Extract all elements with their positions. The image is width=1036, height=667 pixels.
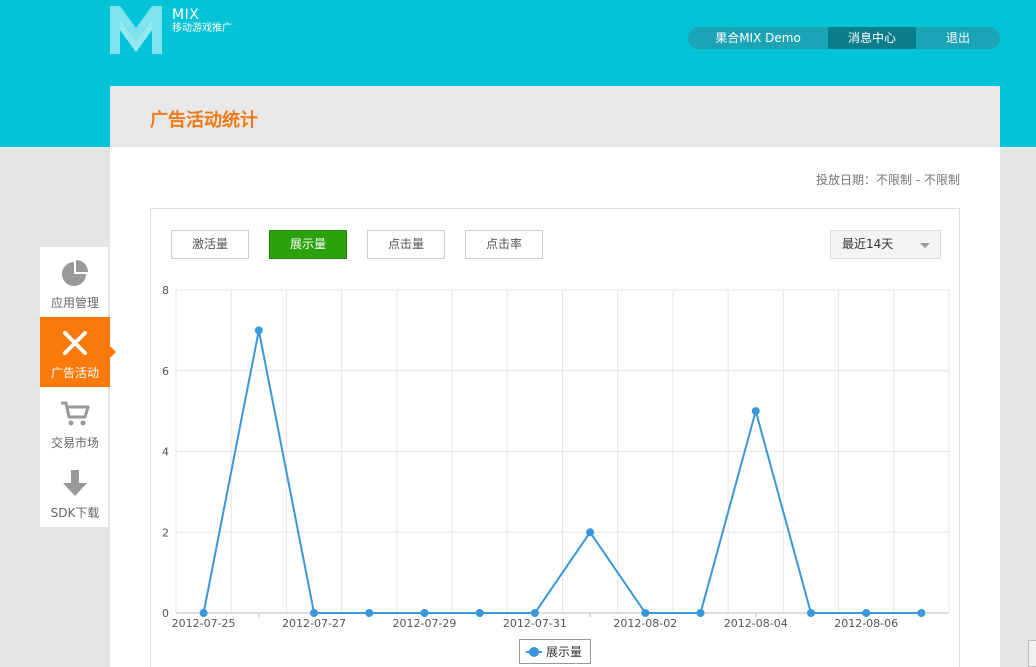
scroll-corner-widget xyxy=(1028,640,1036,667)
user-nav: 果合MIX Demo 消息中心 退出 xyxy=(688,27,1000,49)
data-point xyxy=(586,528,595,537)
crossed-tools-icon xyxy=(63,331,87,355)
sidebar-item-label: 广告活动 xyxy=(50,366,99,380)
logo-name: MIX xyxy=(172,7,200,23)
page-title: 广告活动统计 xyxy=(150,110,258,131)
logout-link[interactable]: 退出 xyxy=(916,27,1000,49)
chart-container: 激活量 展示量 点击量 点击率 最近14天 0 2 4 6 8 2012-07-25 201… xyxy=(150,208,960,667)
impressions-line-chart: 0 2 4 6 8 2012-07-25 2012-07-27 2012-07-29 2012-… xyxy=(162,284,950,630)
y-tick-label: 0 xyxy=(162,607,169,620)
sidebar-item-sdk-download[interactable]: SDK下载 xyxy=(40,457,110,527)
data-point xyxy=(365,609,374,617)
legend-series-label: 展示量 xyxy=(546,645,583,659)
data-point xyxy=(751,407,760,416)
main-panel: 广告活动统计 投放日期：不限制 - 不限制 激活量 展示量 点击量 点击率 最近… xyxy=(110,86,1000,667)
sidebar-item-ad-campaigns[interactable]: 广告活动 xyxy=(40,317,116,387)
shopping-cart-icon xyxy=(61,401,90,426)
pie-chart-icon xyxy=(62,260,88,286)
message-center-link[interactable]: 消息中心 xyxy=(828,27,916,49)
sidebar-item-label: 应用管理 xyxy=(50,296,99,310)
x-tick-label: 2012-08-06 xyxy=(834,617,898,630)
data-point xyxy=(862,609,871,617)
data-point xyxy=(199,609,208,617)
sidebar-item-label: SDK下载 xyxy=(50,506,100,520)
x-tick-label: 2012-08-04 xyxy=(724,617,788,630)
logo-text: MIX 移动游戏推广 xyxy=(172,7,232,35)
sidebar-item-label: 交易市场 xyxy=(50,436,99,450)
y-tick-label: 2 xyxy=(162,526,169,539)
y-tick-label: 4 xyxy=(162,446,169,459)
data-point xyxy=(420,609,429,617)
data-point xyxy=(641,609,650,617)
chart-legend[interactable]: 展示量 xyxy=(519,639,592,664)
data-point xyxy=(530,609,539,617)
data-point xyxy=(310,609,319,617)
data-point xyxy=(696,609,705,617)
download-arrow-icon xyxy=(63,470,87,496)
x-tick-label: 2012-07-25 xyxy=(172,617,236,630)
x-tick-label: 2012-07-31 xyxy=(503,617,567,630)
y-tick-label: 8 xyxy=(162,284,169,297)
data-point xyxy=(254,326,263,335)
x-tick-label: 2012-08-02 xyxy=(613,617,677,630)
x-tick-label: 2012-07-29 xyxy=(392,617,456,630)
y-tick-label: 6 xyxy=(162,365,169,378)
panel-header: 广告活动统计 xyxy=(110,86,1000,147)
user-account-link[interactable]: 果合MIX Demo xyxy=(688,27,828,49)
date-range-label: 投放日期：不限制 - 不限制 xyxy=(816,173,960,187)
legend-line-marker-icon xyxy=(526,646,542,658)
sidebar-nav: 应用管理 广告活动 交易市场 SDK下载 xyxy=(40,247,116,527)
data-point xyxy=(475,609,484,617)
logo-tagline: 移动游戏推广 xyxy=(172,23,232,34)
mix-logo-icon xyxy=(110,6,162,54)
data-point xyxy=(806,609,815,617)
data-point xyxy=(917,609,926,617)
x-tick-label: 2012-07-27 xyxy=(282,617,346,630)
sidebar-item-marketplace[interactable]: 交易市场 xyxy=(40,387,110,457)
sidebar-item-app-management[interactable]: 应用管理 xyxy=(40,247,110,317)
